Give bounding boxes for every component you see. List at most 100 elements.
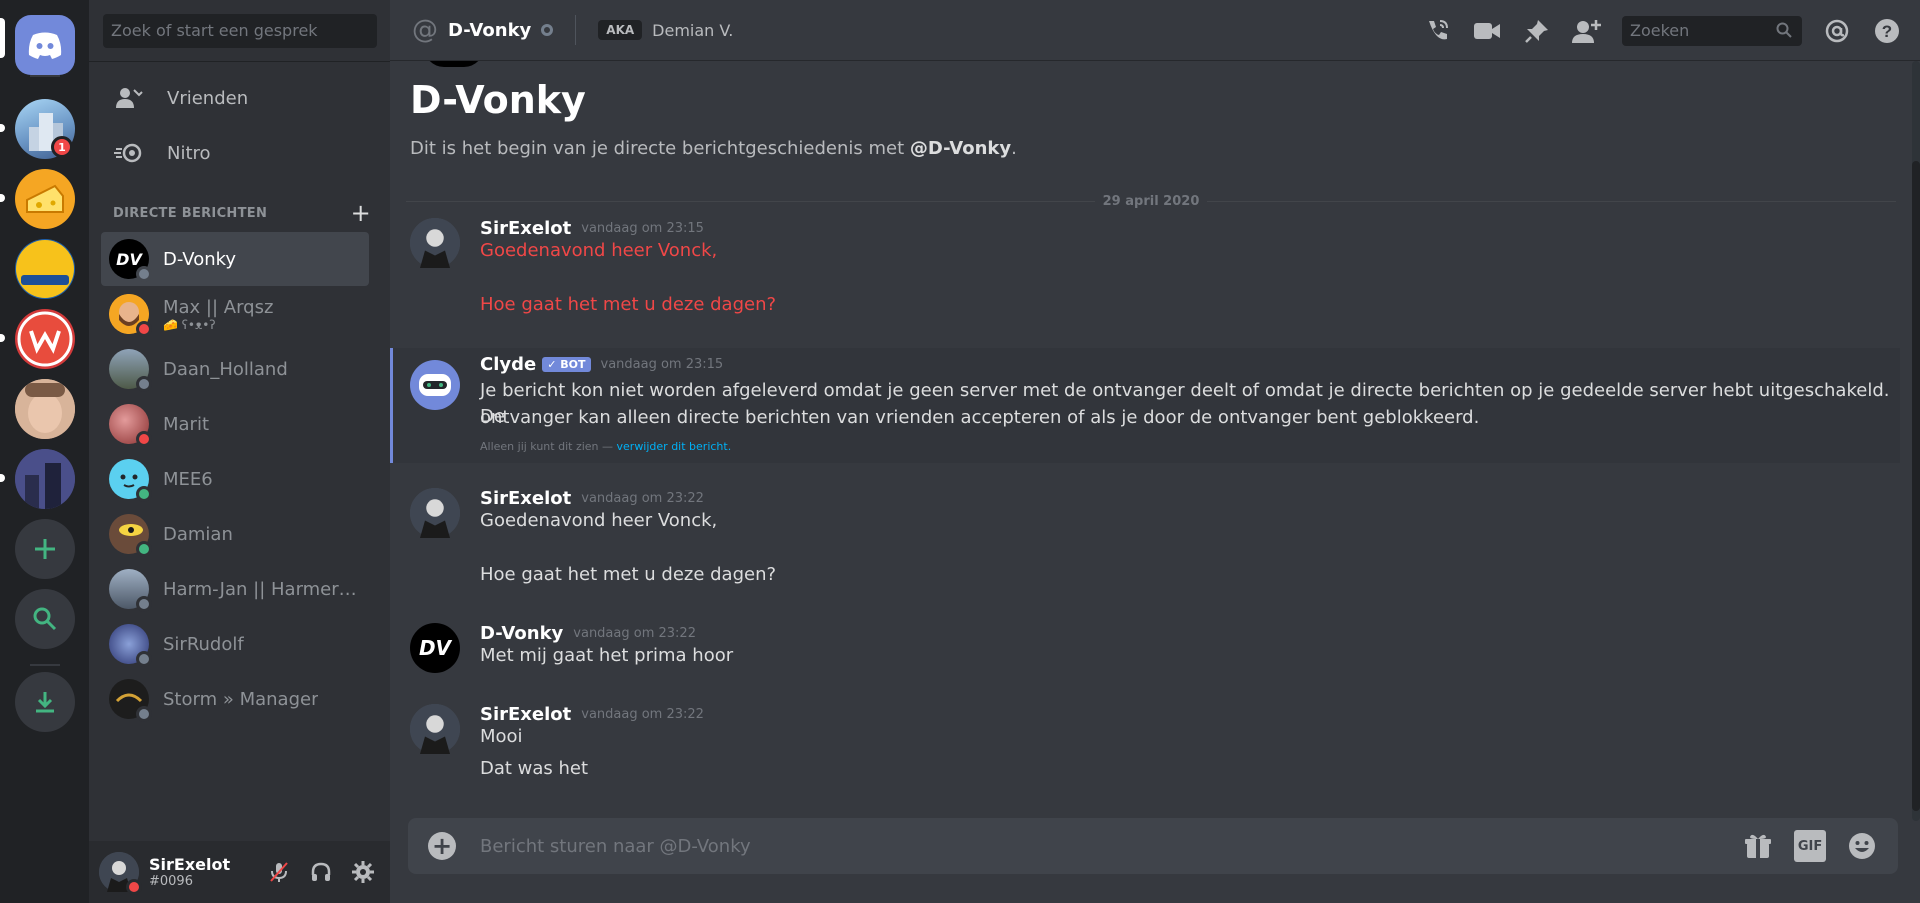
add-server-button[interactable] (15, 519, 75, 579)
user-panel: SirExelot #0096 (89, 841, 390, 903)
author-name[interactable]: Clyde (480, 354, 536, 375)
header-divider (575, 15, 577, 45)
rail-separator (30, 75, 60, 77)
download-apps-button[interactable] (15, 672, 75, 732)
gift-nitro-button[interactable] (1742, 830, 1774, 862)
dm-search-input[interactable]: Zoek of start een gesprek (103, 14, 377, 48)
dm-item-max[interactable]: Max || Arqsz 🧀 ʕ•ᴥ•ʔ (101, 287, 369, 341)
deafen-button[interactable] (308, 859, 334, 885)
nav-friends[interactable]: Vrienden (101, 75, 377, 121)
status-indicator (136, 431, 152, 447)
home-button[interactable] (15, 15, 75, 75)
nav-nitro[interactable]: Nitro (101, 130, 377, 176)
dm-item-damian[interactable]: Damian (101, 507, 369, 561)
dm-sidebar: Zoek of start een gesprek Vrienden Nitro… (89, 0, 390, 903)
avatar (109, 679, 152, 722)
discord-logo-icon (28, 32, 62, 59)
add-friends-to-dm-button[interactable] (1572, 16, 1602, 46)
avatar (109, 349, 152, 392)
explore-servers-button[interactable] (15, 589, 75, 649)
dm-intro-title: D-Vonky (410, 78, 586, 122)
server-dark[interactable] (15, 449, 75, 509)
message-timestamp: vandaag om 23:22 (581, 707, 704, 722)
unread-indicator (0, 474, 5, 482)
message-timestamp: vandaag om 23:15 (581, 221, 704, 236)
mentions-button[interactable] (1822, 16, 1852, 46)
avatar (109, 294, 152, 337)
user-discriminator: #0096 (149, 874, 193, 889)
author-name[interactable]: SirExelot (480, 218, 571, 239)
unread-indicator (0, 334, 5, 342)
help-button[interactable]: ? (1872, 16, 1902, 46)
dm-name: Marit (163, 413, 210, 435)
dismiss-message-link[interactable]: verwijder dit bericht. (617, 440, 732, 453)
dv-logo-icon: DV (418, 636, 452, 660)
message-text: Mooi (480, 726, 523, 747)
create-dm-plus-icon[interactable]: + (351, 201, 371, 225)
suited-man-avatar-icon (410, 218, 460, 268)
author-avatar[interactable] (410, 704, 460, 754)
username: SirExelot (149, 855, 231, 874)
status-indicator (136, 706, 152, 722)
dm-item-mee6[interactable]: MEE6 (101, 452, 369, 506)
video-call-button[interactable] (1472, 16, 1502, 46)
dm-item-storm-manager[interactable]: Storm » Manager (101, 672, 369, 726)
message-scrollbar[interactable] (1912, 61, 1920, 821)
author-avatar[interactable]: DV (410, 623, 460, 673)
dm-item-marit[interactable]: Marit (101, 397, 369, 451)
clyde-bot-icon (419, 374, 451, 396)
emoji-picker-button[interactable] (1846, 830, 1878, 862)
server-kip-network[interactable] (15, 239, 75, 299)
author-name[interactable]: SirExelot (480, 488, 571, 509)
avatar (109, 514, 152, 557)
server-cheese[interactable] (15, 169, 75, 229)
author-avatar[interactable] (410, 218, 460, 268)
search-icon (33, 607, 57, 631)
divider (89, 61, 390, 62)
dv-logo-icon: DV (116, 249, 142, 269)
magnifier-icon (1776, 22, 1792, 38)
gif-picker-button[interactable]: GIF (1794, 830, 1826, 862)
pin-icon (1525, 19, 1548, 43)
message-text: ontvanger kan alleen directe berichten v… (480, 407, 1480, 428)
intro-end: . (1011, 138, 1017, 159)
red-logo-icon (17, 311, 73, 367)
message-input[interactable]: Bericht sturen naar @D-Vonky (480, 836, 1742, 857)
dm-item-sirrudolf[interactable]: SirRudolf (101, 617, 369, 671)
nav-friends-label: Vrienden (167, 87, 249, 109)
at-mention-icon (1825, 19, 1849, 42)
suited-man-avatar-icon (410, 704, 460, 754)
dm-name: Storm » Manager (163, 688, 319, 710)
header-search-input[interactable]: Zoeken (1622, 15, 1802, 46)
message-group: SirExelot vandaag om 23:15 Goedenavond h… (390, 218, 1900, 318)
upload-attachment-button[interactable]: + (428, 832, 456, 860)
dm-item-harm-jan[interactable]: Harm-Jan || Harmer2... (101, 562, 369, 616)
server-red[interactable] (15, 309, 75, 369)
scrollbar-thumb[interactable] (1912, 161, 1920, 811)
author-name[interactable]: SirExelot (480, 704, 571, 725)
dm-item-daan-holland[interactable]: Daan_Holland (101, 342, 369, 396)
status-indicator (136, 376, 152, 392)
avatar (109, 624, 152, 667)
author-avatar[interactable] (410, 488, 460, 538)
dm-item-d-vonky[interactable]: DV D-Vonky (101, 232, 369, 286)
user-avatar[interactable] (99, 852, 142, 895)
pinned-messages-button[interactable] (1522, 16, 1552, 46)
mute-mic-button[interactable] (266, 859, 292, 885)
author-avatar[interactable] (410, 360, 460, 410)
dm-name: Damian (163, 523, 233, 545)
server-rail: 1 (0, 0, 89, 903)
headphones-icon (311, 862, 331, 881)
avatar (109, 459, 152, 502)
server-face[interactable] (15, 379, 75, 439)
dm-section-title: DIRECTE BERICHTEN (113, 205, 268, 221)
unread-indicator (0, 124, 5, 132)
message-text: Hoe gaat het met u deze dagen? (480, 294, 777, 315)
user-settings-button[interactable] (350, 859, 376, 885)
message-group-bot: Clyde ✓ BOT vandaag om 23:15 Je bericht … (390, 348, 1900, 463)
bot-badge: ✓ BOT (542, 357, 591, 372)
voice-call-button[interactable] (1422, 16, 1452, 46)
message-composer[interactable]: + Bericht sturen naar @D-Vonky GIF (408, 818, 1898, 874)
author-name[interactable]: D-Vonky (480, 623, 563, 644)
ephemeral-note: Alleen jij kunt dit zien — verwijder dit… (480, 440, 731, 453)
